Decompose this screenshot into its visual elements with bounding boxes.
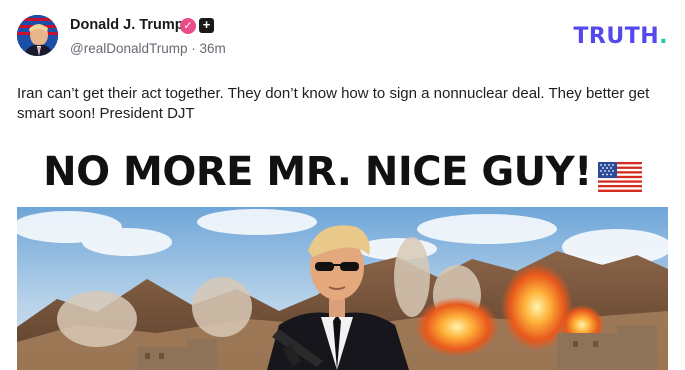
brand-name: TRUTH (573, 24, 660, 49)
post-media[interactable]: NO MORE MR. NICE GUY! (17, 137, 668, 370)
separator: · (191, 41, 196, 56)
us-flag-icon (597, 156, 642, 192)
timestamp[interactable]: 36m (200, 41, 226, 56)
media-headline: NO MORE MR. NICE GUY! (17, 149, 668, 195)
handle[interactable]: @realDonaldTrump (70, 41, 188, 56)
avatar[interactable] (17, 15, 58, 56)
truth-logo[interactable]: TRUTH. (573, 24, 668, 49)
plus-badge-icon: + (199, 18, 214, 33)
post-text: Iran can’t get their act together. They … (17, 85, 650, 122)
truth-social-post: Donald J. Trump ✓ + @realDonaldTrump · 3… (0, 0, 685, 370)
handle-row: @realDonaldTrump · 36m (70, 41, 226, 56)
brand-dot: . (659, 24, 668, 49)
avatar-image (17, 15, 58, 56)
verified-check-icon: ✓ (180, 18, 196, 34)
media-image (17, 207, 668, 370)
display-name[interactable]: Donald J. Trump (70, 17, 184, 33)
headline-text: NO MORE MR. NICE GUY! (43, 149, 592, 195)
